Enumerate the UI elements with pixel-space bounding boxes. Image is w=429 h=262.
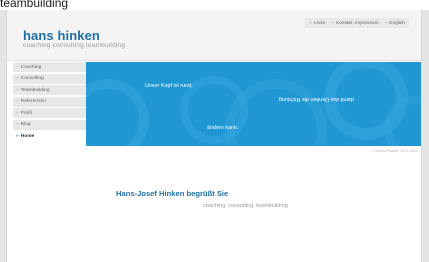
sidebar-item-profil[interactable]: » Profil [13,108,86,119]
hero-banner: Unser Kopf ist rund, damit das Denken di… [86,62,421,146]
page: hans hinken coaching consulting teambuil… [6,10,422,262]
sidebar-item-referenzen[interactable]: » Referenzen [13,96,86,107]
sidebar-item-consulting[interactable]: » Consulting [13,73,86,84]
arrow-right-icon: » [384,20,388,26]
arrow-right-icon: » [309,20,313,26]
sidebar-item-home[interactable]: » Home [13,131,86,142]
topnav-label: Links [314,20,326,26]
arrow-right-icon: » [16,64,19,70]
banner-circles [86,62,421,146]
arrow-right-icon: » [331,20,334,26]
site-subtitle: coaching consulting teambuilding [23,42,126,49]
banner-quote-line3: ändern kann. [207,125,239,131]
sidebar-item-label: Teambuilding [20,87,50,93]
site-title[interactable]: hans hinken [23,28,100,43]
arrow-right-icon: » [16,87,19,93]
sidebar-item-label: Home [20,134,35,140]
sidebar-item-label: Referenzen [20,99,46,105]
sidebar-item-coaching[interactable]: » Coaching [13,62,86,72]
top-strip: teambuilding [0,0,429,10]
topnav-contact[interactable]: » Kontakt, Impressum [331,21,378,26]
sidebar-item-label: Consulting [20,76,44,82]
arrow-right-icon: » [16,110,19,116]
topnav-links[interactable]: » Links [309,21,325,26]
banner-quote-line1: Unser Kopf ist rund, [145,83,193,89]
image-credit: Francis Picabia, 1879-1953 [373,149,417,153]
top-strip-text: teambuilding [0,0,69,10]
arrow-right-icon: » [16,99,19,105]
arrow-right-icon: » [16,122,19,128]
sidebar-item-teambuilding[interactable]: » Teambuilding [13,85,86,96]
tagline: coaching consulting teambuilding [203,203,288,209]
top-nav: » Links » Kontakt, Impressum » English [305,18,409,28]
welcome-heading: Hans-Josef Hinken begrüßt Sie [116,189,229,198]
topnav-english[interactable]: » English [385,21,405,26]
header: hans hinken coaching consulting teambuil… [7,10,421,61]
arrow-right-icon: » [16,76,19,82]
topnav-label: English [389,20,405,26]
topnav-label: Kontakt, Impressum [335,20,379,26]
sidebar-item-label: Profil [20,110,32,116]
sidebar: » Coaching » Consulting » Teambuilding »… [13,62,86,143]
arrow-right-icon: » [16,134,19,140]
sidebar-item-label: Blog [20,122,31,128]
sidebar-item-blog[interactable]: » Blog [13,119,86,130]
banner-quote-line2: damit das Denken die Richtung [279,96,354,102]
sidebar-item-label: Coaching [20,64,42,70]
